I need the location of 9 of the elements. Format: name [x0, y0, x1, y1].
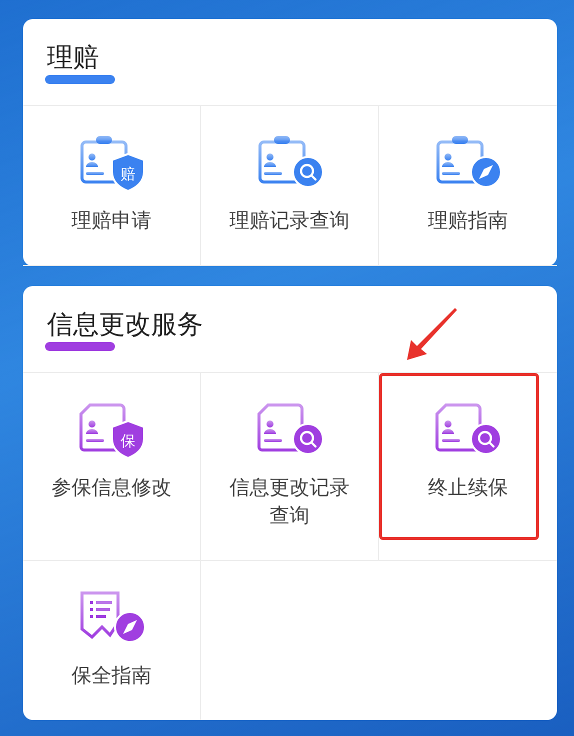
service-tile[interactable]: 理赔记录查询: [201, 106, 379, 266]
section-title: 信息更改服务: [47, 310, 203, 340]
service-tile[interactable]: 保 参保信息修改: [23, 373, 201, 561]
section-title: 理赔: [47, 43, 99, 73]
service-tile[interactable]: 赔 理赔申请: [23, 106, 201, 266]
service-tile[interactable]: 理赔指南: [379, 106, 557, 266]
service-tile[interactable]: 保全指南: [23, 561, 201, 720]
service-tile[interactable]: 信息更改记录查询: [201, 373, 379, 561]
service-tile[interactable]: 终止续保: [379, 373, 557, 561]
